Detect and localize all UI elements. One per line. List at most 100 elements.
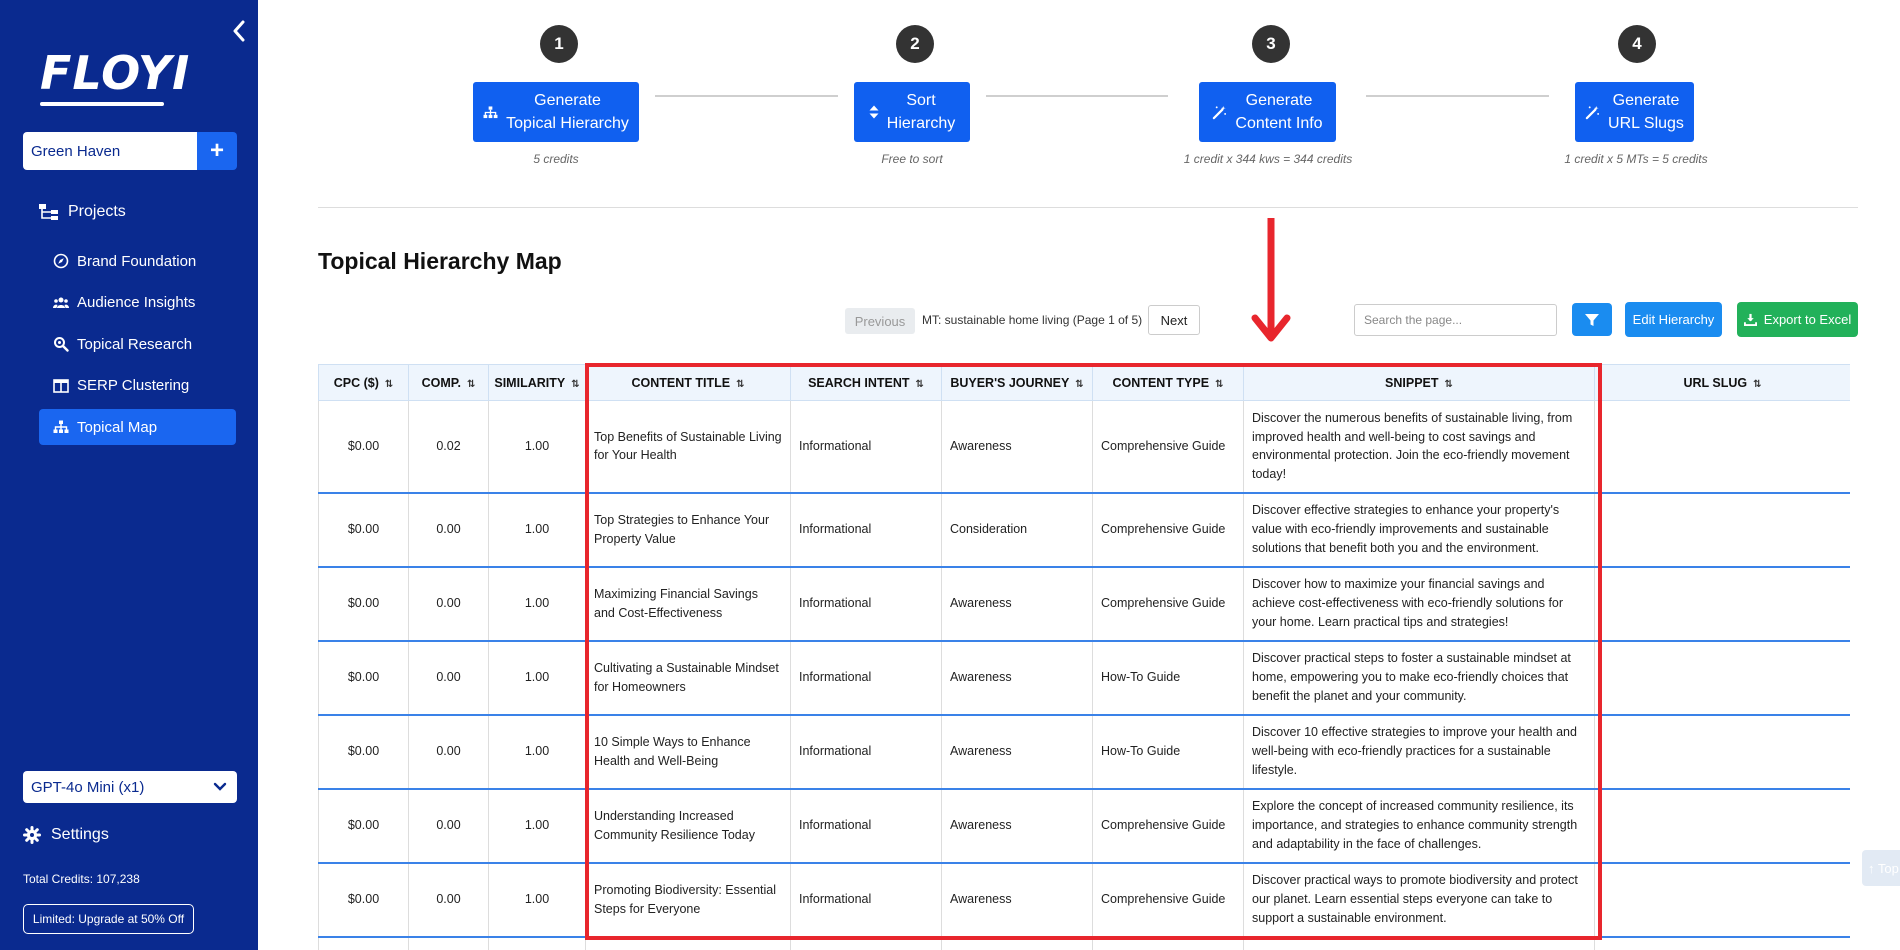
sort-hierarchy-button[interactable]: Sort Hierarchy <box>854 82 970 142</box>
table-cell: Awareness <box>941 714 1093 790</box>
table-row: $0.00 0.00 1.00 10 Simple Ways to Enhance H… <box>318 714 1850 790</box>
sort-icon[interactable]: ⇅ <box>736 379 744 390</box>
step-1-line1: Generate <box>534 91 601 109</box>
previous-page-button[interactable]: Previous <box>845 308 915 334</box>
table-cell <box>318 936 409 950</box>
add-project-button[interactable]: + <box>197 132 237 170</box>
table-cell: Awareness <box>941 566 1093 642</box>
column-header[interactable]: SIMILARITY ⇅ <box>488 364 586 401</box>
model-select[interactable]: GPT-4o Mini (x1) <box>23 771 237 803</box>
table-cell: Discover practical ways to promote biodi… <box>1243 862 1595 938</box>
column-header[interactable]: SNIPPET ⇅ <box>1243 364 1595 401</box>
sidebar-item-label: SERP Clustering <box>77 377 190 394</box>
nav-list: Brand Foundation Audience Insights Topic… <box>39 243 236 451</box>
table-cell: Explore the concept of increased communi… <box>1243 788 1595 864</box>
sidebar-item-topical-research[interactable]: Topical Research <box>39 326 236 362</box>
sitemap-icon <box>483 105 498 118</box>
table-cell: 0.00 <box>408 788 489 864</box>
step-4-number: 4 <box>1618 25 1656 63</box>
table-cell: Awareness <box>941 640 1093 716</box>
table-cell: 1.00 <box>488 714 586 790</box>
next-page-button[interactable]: Next <box>1148 305 1200 335</box>
table-cell: Understanding Increased Community Resili… <box>585 788 791 864</box>
project-selector[interactable]: Green Haven <box>23 132 197 170</box>
page-title: Topical Hierarchy Map <box>318 248 562 274</box>
table-cell: $0.00 <box>318 714 409 790</box>
sort-icon[interactable]: ⇅ <box>385 379 393 390</box>
generate-topical-hierarchy-button[interactable]: Generate Topical Hierarchy <box>473 82 639 142</box>
table-cell <box>1594 640 1850 716</box>
generate-url-slugs-button[interactable]: Generate URL Slugs <box>1575 82 1694 142</box>
column-header[interactable]: BUYER'S JOURNEY ⇅ <box>941 364 1093 401</box>
table-cell: 1.00 <box>488 492 586 568</box>
edit-hierarchy-button[interactable]: Edit Hierarchy <box>1625 302 1722 337</box>
table-cell <box>585 936 791 950</box>
gear-icon <box>23 826 41 844</box>
sort-icon[interactable]: ⇅ <box>571 379 579 390</box>
sort-icon[interactable]: ⇅ <box>1445 379 1453 390</box>
column-header[interactable]: CONTENT TITLE ⇅ <box>585 364 791 401</box>
table-cell: Awareness <box>941 400 1093 494</box>
table-cell <box>941 936 1093 950</box>
column-header-label: CONTENT TITLE <box>631 375 731 390</box>
total-credits: Total Credits: 107,238 <box>23 872 140 886</box>
table-cell <box>488 936 586 950</box>
step-3-number: 3 <box>1252 25 1290 63</box>
column-header[interactable]: CONTENT TYPE ⇅ <box>1092 364 1244 401</box>
column-header[interactable]: SEARCH INTENT ⇅ <box>790 364 942 401</box>
column-header-label: CONTENT TYPE <box>1112 375 1210 390</box>
sidebar-item-brand-foundation[interactable]: Brand Foundation <box>39 243 236 279</box>
table-cell: 10 Simple Ways to Enhance Health and Wel… <box>585 714 791 790</box>
step-4-line1: Generate <box>1612 91 1680 109</box>
table-cell: 0.00 <box>408 862 489 938</box>
step-3-line2: Content Info <box>1235 115 1323 132</box>
sort-icon[interactable]: ⇅ <box>467 379 475 390</box>
pager-info: MT: sustainable home living (Page 1 of 5… <box>922 313 1143 327</box>
sort-icon[interactable]: ⇅ <box>1753 379 1761 390</box>
magic-wand-icon <box>1213 105 1227 119</box>
project-tree-icon <box>39 204 58 220</box>
table-cell: Informational <box>790 788 942 864</box>
table-cell: Informational <box>790 862 942 938</box>
table-cell: Comprehensive Guide <box>1092 400 1244 494</box>
column-header[interactable]: CPC ($) ⇅ <box>318 364 409 401</box>
sidebar-item-serp-clustering[interactable]: SERP Clustering <box>39 368 236 404</box>
table-cell: 0.02 <box>408 400 489 494</box>
sort-icon[interactable]: ⇅ <box>916 379 924 390</box>
export-to-excel-button[interactable]: Export to Excel <box>1737 302 1858 337</box>
table-cell <box>1594 788 1850 864</box>
settings-label: Settings <box>51 826 109 843</box>
collapse-sidebar-button[interactable] <box>228 18 250 44</box>
settings-link[interactable]: Settings <box>23 826 109 844</box>
export-label: Export to Excel <box>1763 312 1852 327</box>
table-cell: 1.00 <box>488 862 586 938</box>
sort-icon[interactable]: ⇅ <box>1075 379 1083 390</box>
filter-button[interactable] <box>1572 303 1612 336</box>
sidebar-item-topical-map[interactable]: Topical Map <box>39 409 236 445</box>
upgrade-button[interactable]: Limited: Upgrade at 50% Off <box>23 904 194 934</box>
step-connector <box>1366 95 1549 97</box>
compass-icon <box>53 253 69 269</box>
back-to-top-button[interactable]: ↑ Top <box>1862 850 1900 886</box>
sidebar-item-audience-insights[interactable]: Audience Insights <box>39 285 236 321</box>
table-cell: $0.00 <box>318 566 409 642</box>
table-cell: Informational <box>790 640 942 716</box>
column-header[interactable]: URL SLUG ⇅ <box>1594 364 1850 401</box>
nav-projects[interactable]: Projects <box>38 200 126 224</box>
sidebar-item-label: Topical Map <box>77 418 158 436</box>
generate-content-info-button[interactable]: Generate Content Info <box>1199 82 1336 142</box>
table-cell: Maximizing Financial Savings and Cost-Ef… <box>585 566 791 642</box>
table-cell: Comprehensive Guide <box>1092 862 1244 938</box>
column-header-label: BUYER'S JOURNEY <box>950 375 1070 390</box>
chevron-left-icon <box>233 20 245 42</box>
column-header[interactable]: COMP. ⇅ <box>408 364 489 401</box>
sort-icon[interactable]: ⇅ <box>1215 379 1223 390</box>
search-page-input[interactable] <box>1354 304 1557 336</box>
column-header-label: URL SLUG <box>1683 375 1748 390</box>
table-cell: Top Benefits of Sustainable Living for Y… <box>585 400 791 494</box>
model-select-value: GPT-4o Mini (x1) <box>31 778 145 796</box>
step-1-number: 1 <box>540 25 578 63</box>
step-1-line2: Topical Hierarchy <box>506 115 629 132</box>
table-cell: Comprehensive Guide <box>1092 788 1244 864</box>
step-2-note: Free to sort <box>881 152 943 166</box>
